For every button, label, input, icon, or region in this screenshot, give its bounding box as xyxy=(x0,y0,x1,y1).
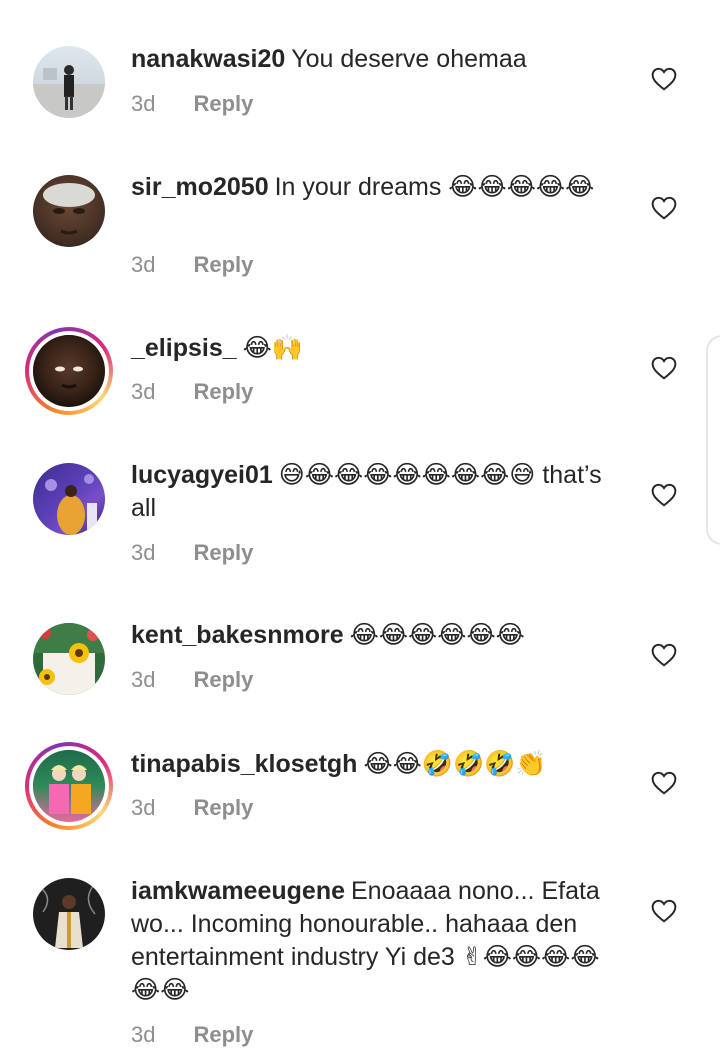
reply-button[interactable]: Reply xyxy=(193,667,253,692)
heart-outline-icon[interactable] xyxy=(651,483,677,507)
comment-username[interactable]: nanakwasi20 xyxy=(131,45,285,73)
comment-meta: 3d Reply xyxy=(131,379,253,405)
avatar-image xyxy=(33,463,105,535)
comment-time: 3d xyxy=(131,252,156,277)
avatar-image xyxy=(33,878,105,950)
comment-meta: 3d Reply xyxy=(131,540,253,566)
comment-text: You deserve ohemaa xyxy=(291,45,527,73)
avatar-story-ring[interactable] xyxy=(25,742,113,830)
comment-time: 3d xyxy=(131,667,156,692)
reply-button[interactable]: Reply xyxy=(193,1022,253,1047)
avatar-image xyxy=(33,750,105,822)
comment-body: kent_bakesnmore 😂😂😂😂😂😂 xyxy=(131,619,616,652)
reply-button[interactable]: Reply xyxy=(193,91,253,116)
heart-outline-icon[interactable] xyxy=(651,643,677,667)
comment-body: iamkwameeugene Enoaaaa nono... Efata wo..… xyxy=(131,875,616,1007)
heart-outline-icon[interactable] xyxy=(651,771,677,795)
comment-time: 3d xyxy=(131,379,156,404)
comment-username[interactable]: sir_mo2050 xyxy=(131,173,269,201)
avatar[interactable] xyxy=(33,175,105,247)
comment-meta: 3d Reply xyxy=(131,252,253,278)
comment-text: 😂🙌 xyxy=(242,334,303,362)
comment-time: 3d xyxy=(131,1022,156,1047)
heart-outline-icon[interactable] xyxy=(651,899,677,923)
comment-meta: 3d Reply xyxy=(131,667,253,693)
comment-username[interactable]: lucyagyei01 xyxy=(131,461,273,489)
comment-text: In your dreams 😂😂😂😂😂 xyxy=(274,173,595,201)
avatar[interactable] xyxy=(33,623,105,695)
comment-text: 😂😂🤣🤣🤣👏 xyxy=(363,750,547,778)
comment-meta: 3d Reply xyxy=(131,795,253,821)
avatar-story-ring[interactable] xyxy=(25,327,113,415)
reply-button[interactable]: Reply xyxy=(193,252,253,277)
avatar-image xyxy=(33,623,105,695)
comment-body: sir_mo2050 In your dreams 😂😂😂😂😂 xyxy=(131,171,616,204)
reply-button[interactable]: Reply xyxy=(193,795,253,820)
comment-username[interactable]: _elipsis_ xyxy=(131,334,237,362)
side-panel-handle[interactable] xyxy=(706,335,720,545)
comment-username[interactable]: iamkwameeugene xyxy=(131,877,345,905)
avatar[interactable] xyxy=(33,463,105,535)
comment-meta: 3d Reply xyxy=(131,1022,253,1048)
comment-meta: 3d Reply xyxy=(131,91,253,117)
comment-text: 😂😂😂😂😂😂 xyxy=(349,621,525,649)
avatar[interactable] xyxy=(33,878,105,950)
comment-time: 3d xyxy=(131,91,156,116)
comment-username[interactable]: kent_bakesnmore xyxy=(131,621,344,649)
heart-outline-icon[interactable] xyxy=(651,356,677,380)
comment-username[interactable]: tinapabis_klosetgh xyxy=(131,750,357,778)
heart-outline-icon[interactable] xyxy=(651,196,677,220)
reply-button[interactable]: Reply xyxy=(193,379,253,404)
comment-time: 3d xyxy=(131,540,156,565)
comment-body: _elipsis_ 😂🙌 xyxy=(131,332,616,365)
avatar-image xyxy=(33,46,105,118)
comment-body: tinapabis_klosetgh 😂😂🤣🤣🤣👏 xyxy=(131,748,616,781)
reply-button[interactable]: Reply xyxy=(193,540,253,565)
avatar-image xyxy=(33,175,105,247)
heart-outline-icon[interactable] xyxy=(651,67,677,91)
avatar-image xyxy=(33,335,105,407)
comment-body: nanakwasi20 You deserve ohemaa xyxy=(131,43,616,76)
comment-body: lucyagyei01 😅😂😂😂😂😂😂😂😅 that’s all xyxy=(131,459,616,525)
avatar[interactable] xyxy=(33,46,105,118)
comment-time: 3d xyxy=(131,795,156,820)
